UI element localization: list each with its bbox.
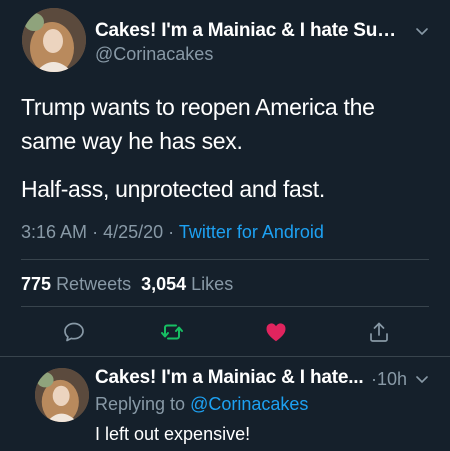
replying-label: Replying to: [95, 394, 186, 414]
reply-icon: [64, 322, 84, 342]
share-icon: [370, 322, 388, 342]
tweet-time: 3:16 AM: [21, 222, 88, 242]
avatar-photo: [35, 368, 89, 422]
tweet-paragraph: Trump wants to reopen America the same w…: [21, 94, 375, 154]
tweet-date: 4/25/20: [103, 222, 164, 242]
tweet-meta: 3:16 AM · 4/25/20 · Twitter for Android: [21, 222, 324, 243]
reply-button[interactable]: [62, 320, 86, 344]
avatar-photo: [22, 8, 86, 72]
reply-time: ·10h: [371, 369, 408, 389]
tweet-stats: 775 Retweets 3,054 Likes: [21, 274, 233, 295]
tweet-source-link[interactable]: Twitter for Android: [179, 222, 324, 242]
author-name[interactable]: Cakes! I'm a Mainiac & I hate Susa...: [95, 20, 405, 42]
replying-handle-link[interactable]: @Corinacakes: [190, 394, 308, 414]
retweet-button[interactable]: [160, 320, 184, 344]
meta-separator: ·: [92, 222, 99, 242]
replying-to: Replying to @Corinacakes: [95, 394, 308, 415]
reply-author-name[interactable]: Cakes! I'm a Mainiac & I hate...: [95, 367, 365, 389]
tweet-detail-screen: Cakes! I'm a Mainiac & I hate Susa... @C…: [0, 0, 450, 451]
chevron-down-icon[interactable]: [414, 371, 430, 387]
chevron-down-icon[interactable]: [414, 23, 430, 39]
likes-stat[interactable]: 3,054 Likes: [141, 274, 233, 294]
retweets-count: 775: [21, 274, 52, 294]
author-handle[interactable]: @Corinacakes: [95, 44, 213, 65]
share-button[interactable]: [367, 320, 391, 344]
divider: [21, 259, 429, 260]
avatar[interactable]: [35, 368, 89, 422]
divider: [0, 356, 450, 357]
avatar[interactable]: [22, 8, 86, 72]
reply-text: I left out expensive!: [95, 424, 251, 444]
heart-icon: [266, 323, 286, 342]
like-button[interactable]: [264, 320, 288, 344]
likes-label: Likes: [191, 274, 234, 294]
retweet-icon: [161, 324, 183, 340]
retweets-label: Retweets: [56, 274, 132, 294]
retweets-stat[interactable]: 775 Retweets: [21, 274, 131, 294]
likes-count: 3,054: [141, 274, 187, 294]
tweet-text: Trump wants to reopen America the same w…: [21, 90, 426, 206]
tweet-paragraph: Half-ass, unprotected and fast.: [21, 176, 325, 202]
meta-separator: ·: [168, 222, 175, 242]
divider: [21, 306, 429, 307]
